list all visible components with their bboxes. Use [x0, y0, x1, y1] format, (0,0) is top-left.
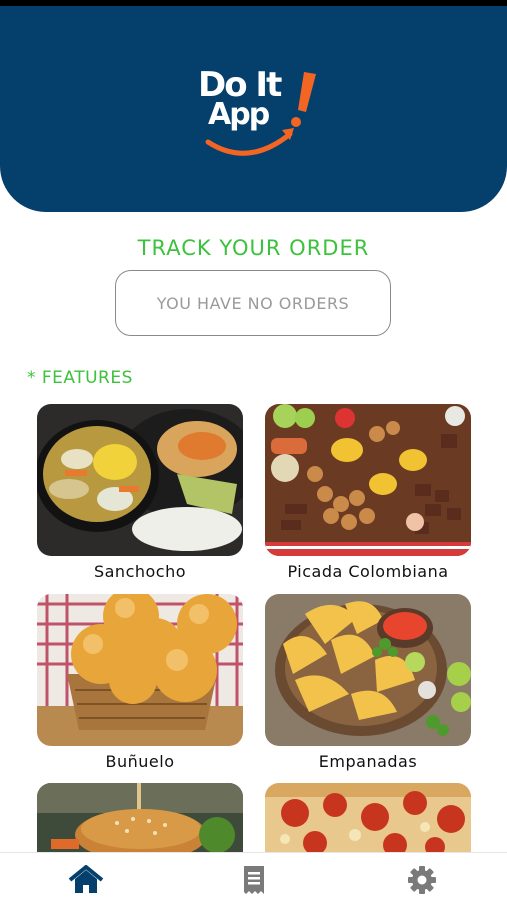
bunuelo-image — [37, 594, 243, 746]
logo-swoosh-icon — [205, 72, 316, 156]
feature-label: Buñuelo — [105, 752, 175, 771]
empanadas-image — [265, 594, 471, 746]
home-icon — [68, 865, 104, 893]
feature-label: Empanadas — [318, 752, 418, 771]
feature-card-empanadas[interactable]: Empanadas — [265, 594, 471, 771]
sancocho-image — [37, 404, 243, 556]
features-title: * FEATURES — [27, 368, 133, 388]
gear-icon — [408, 866, 436, 894]
feature-card-picada-colombiana[interactable]: Picada Colombiana — [265, 404, 471, 581]
track-order-title: TRACK YOUR ORDER — [137, 236, 370, 260]
pizza-image — [265, 783, 471, 853]
order-status-box[interactable]: YOU HAVE NO ORDERS — [115, 270, 391, 336]
feature-label: Sanchocho — [93, 562, 187, 581]
app-header: Do It App — [0, 6, 507, 212]
feature-card-burger[interactable] — [37, 783, 243, 859]
receipt-icon — [244, 866, 264, 894]
picada-image — [265, 404, 471, 556]
feature-label: Picada Colombiana — [287, 562, 449, 581]
bottom-navigation — [0, 852, 507, 901]
feature-card-bunuelo[interactable]: Buñuelo — [37, 594, 243, 771]
do-it-app-logo: Do It App — [192, 64, 322, 168]
burger-image — [37, 783, 243, 853]
feature-card-sanchocho[interactable]: Sanchocho — [37, 404, 243, 581]
nav-settings-button[interactable] — [402, 863, 442, 897]
nav-home-button[interactable] — [66, 863, 106, 897]
order-status-text: YOU HAVE NO ORDERS — [156, 293, 350, 313]
feature-card-pizza[interactable] — [265, 783, 471, 859]
nav-orders-button[interactable] — [234, 863, 274, 897]
